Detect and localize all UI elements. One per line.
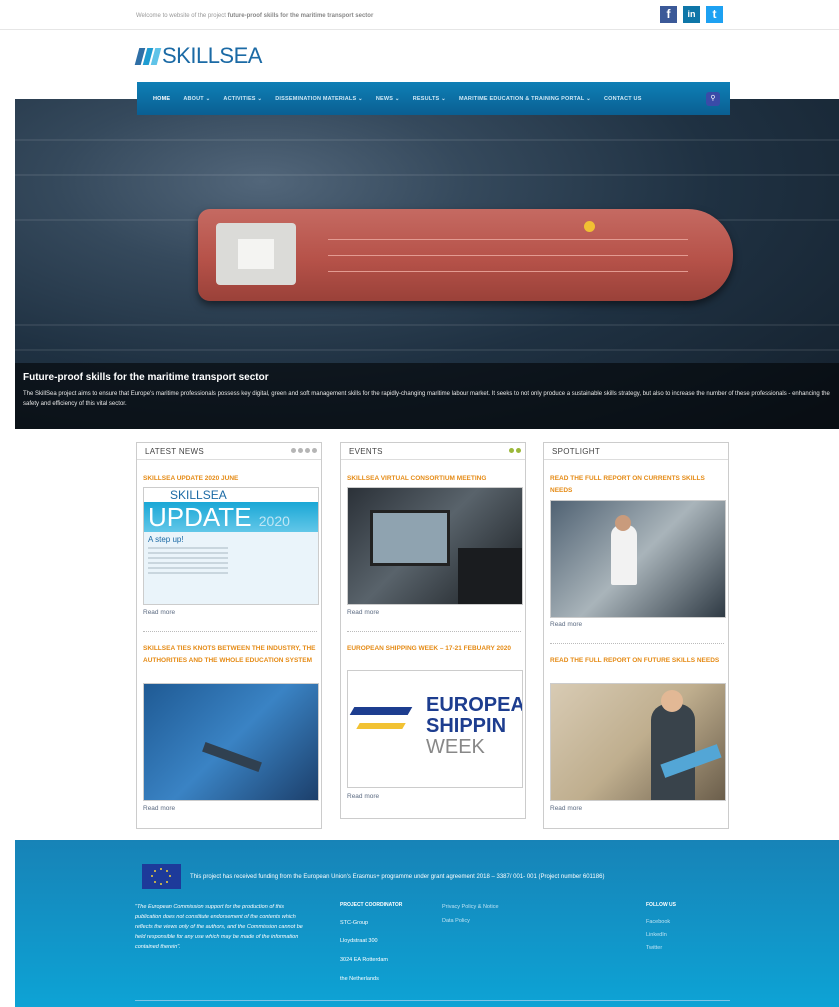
- nav-met-portal[interactable]: MARITIME EDUCATION & TRAINING PORTAL ⌄: [459, 96, 591, 102]
- coordinator-line: Lloydstraat 300: [340, 938, 378, 944]
- coordinator-line: 3024 EA Rotterdam: [340, 957, 389, 963]
- main-nav: HOME ABOUT ⌄ ACTIVITIES ⌄ DISSEMINATION …: [137, 82, 730, 115]
- spotlight-item-title[interactable]: READ THE FULL REPORT ON CURRENTS SKILLS …: [550, 473, 724, 497]
- thumb-text-europe: EUROPEA: [426, 694, 523, 716]
- events-panel: EVENTS SKILLSEA VIRTUAL CONSORTIUM MEETI…: [340, 442, 526, 819]
- event-item-title[interactable]: EUROPEAN SHIPPING WEEK – 17-21 FEBUARY 2…: [347, 643, 521, 655]
- site-logo[interactable]: SKILLSEA: [134, 43, 262, 68]
- nav-contact[interactable]: CONTACT US: [604, 96, 642, 102]
- carousel-dots[interactable]: [291, 448, 317, 453]
- news-item-title[interactable]: SKILLSEA UPDATE 2020 JUNE: [143, 473, 317, 485]
- twitter-link[interactable]: Twitter: [646, 945, 662, 951]
- nav-results[interactable]: RESULTS ⌄: [413, 96, 446, 102]
- hero-text: The SkillSea project aims to ensure that…: [23, 391, 830, 407]
- site-footer: This project has received funding from t…: [15, 840, 839, 1007]
- divider: [143, 631, 317, 632]
- european-shipping-week-thumbnail[interactable]: EUROPEA SHIPPIN WEEK: [347, 670, 523, 788]
- read-more-link[interactable]: Read more: [550, 805, 582, 812]
- news-update-thumbnail[interactable]: SKILLSEA UPDATE 2020 A step up!: [143, 487, 319, 605]
- nav-home[interactable]: HOME: [153, 96, 170, 102]
- spotlight-panel: SPOTLIGHT READ THE FULL REPORT ON CURREN…: [543, 442, 729, 829]
- coordinator-heading: PROJECT COORDINATOR: [340, 902, 403, 908]
- logo-text: SKILLSEA: [162, 43, 262, 68]
- ship-bridge-officer-thumbnail[interactable]: [550, 500, 726, 618]
- logo-mark-icon: [134, 47, 162, 65]
- spotlight-item-title[interactable]: READ THE FULL REPORT ON FUTURE SKILLS NE…: [550, 655, 724, 667]
- twitter-icon[interactable]: t: [706, 6, 723, 23]
- panel-heading: SPOTLIGHT: [544, 443, 728, 460]
- hero-banner: Future-proof skills for the maritime tra…: [15, 99, 839, 429]
- eu-flag-ship-thumbnail[interactable]: [143, 683, 319, 801]
- welcome-text: Welcome to website of the project future…: [136, 13, 373, 19]
- thumb-text-shipping: SHIPPIN: [426, 715, 507, 737]
- footer-divider: [135, 1000, 730, 1001]
- eu-flag-icon: [142, 864, 181, 889]
- disclaimer-text: "The European Commission support for the…: [135, 904, 303, 950]
- facebook-icon[interactable]: f: [660, 6, 677, 23]
- divider: [347, 631, 521, 632]
- thumb-text-week: WEEK: [426, 736, 485, 758]
- thumb-subtitle: A step up!: [148, 535, 184, 544]
- latest-news-panel: LATEST NEWS SKILLSEA UPDATE 2020 JUNE SK…: [136, 442, 322, 829]
- read-more-link[interactable]: Read more: [143, 805, 175, 812]
- divider: [550, 643, 724, 644]
- thumb-brand: SKILLSEA: [170, 488, 227, 502]
- nav-dissemination[interactable]: DISSEMINATION MATERIALS ⌄: [275, 96, 363, 102]
- privacy-policy-link[interactable]: Privacy Policy & Notice: [442, 904, 499, 910]
- welcome-prefix: Welcome to website of the project: [136, 13, 226, 19]
- search-icon[interactable]: ⚲: [706, 92, 720, 106]
- coordinator-line: the Netherlands: [340, 976, 379, 982]
- linkedin-icon[interactable]: in: [683, 6, 700, 23]
- thumb-year: 2020: [258, 513, 290, 529]
- nav-about[interactable]: ABOUT ⌄: [183, 96, 210, 102]
- coordinator-line: STC-Group: [340, 920, 369, 926]
- top-bar: Welcome to website of the project future…: [0, 0, 839, 30]
- welcome-project-name: future-proof skills for the maritime tra…: [227, 13, 374, 19]
- facebook-link[interactable]: Facebook: [646, 919, 670, 925]
- hero-title: Future-proof skills for the maritime tra…: [23, 372, 269, 383]
- read-more-link[interactable]: Read more: [143, 609, 175, 616]
- funding-statement: This project has received funding from t…: [190, 874, 605, 880]
- virtual-meeting-thumbnail[interactable]: [347, 487, 523, 605]
- thumb-headline: UPDATE: [148, 502, 252, 532]
- linkedin-link[interactable]: LinkedIn: [646, 932, 667, 938]
- robot-lab-thumbnail[interactable]: [550, 683, 726, 801]
- nav-activities[interactable]: ACTIVITIES ⌄: [223, 96, 262, 102]
- read-more-link[interactable]: Read more: [550, 621, 582, 628]
- data-policy-link[interactable]: Data Policy: [442, 918, 470, 924]
- event-item-title[interactable]: SKILLSEA VIRTUAL CONSORTIUM MEETING: [347, 473, 521, 485]
- panel-heading: EVENTS: [341, 443, 525, 460]
- nav-news[interactable]: NEWS ⌄: [376, 96, 400, 102]
- tanker-ship-image: [198, 209, 733, 301]
- follow-us-heading: FOLLOW US: [646, 902, 676, 908]
- hero-caption: Future-proof skills for the maritime tra…: [15, 363, 839, 429]
- read-more-link[interactable]: Read more: [347, 793, 379, 800]
- carousel-dots[interactable]: [509, 448, 521, 453]
- read-more-link[interactable]: Read more: [347, 609, 379, 616]
- news-item-title[interactable]: SKILLSEA TIES KNOTS BETWEEN THE INDUSTRY…: [143, 643, 317, 667]
